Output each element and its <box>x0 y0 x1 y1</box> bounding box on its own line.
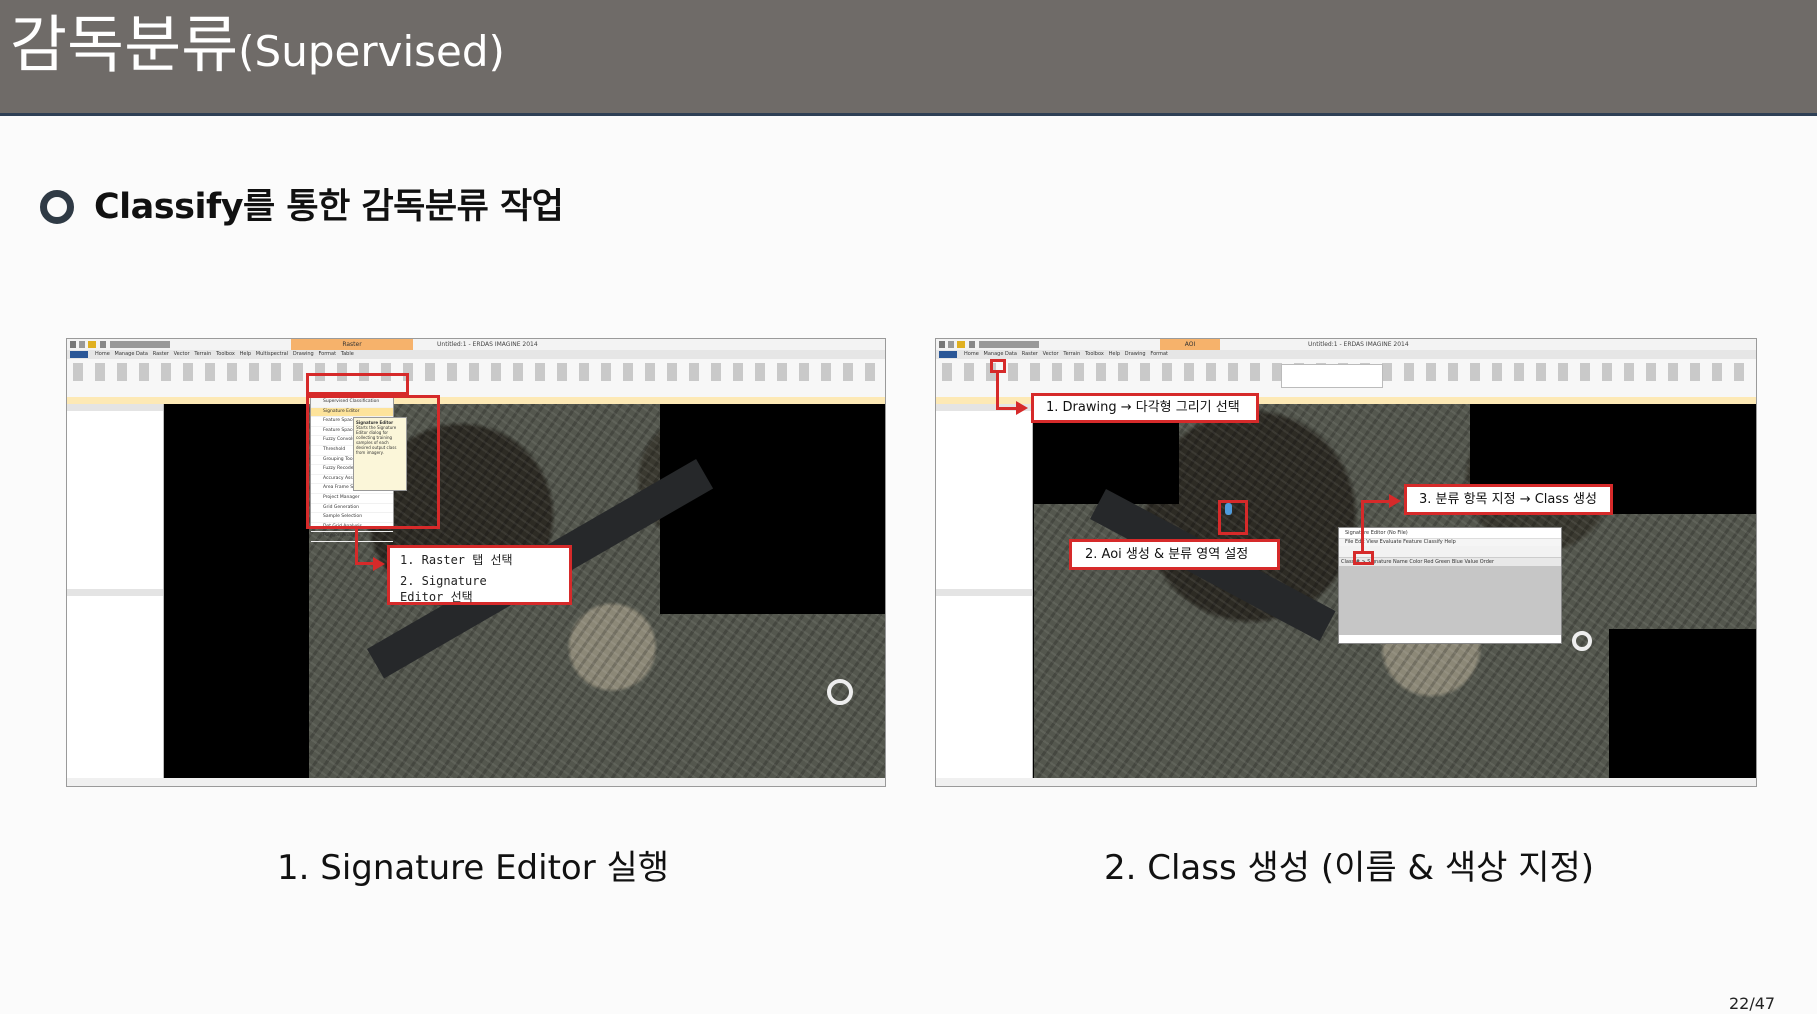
annotation-arrow-line <box>996 407 1018 410</box>
annotation-drawing-step: 1. Drawing → 다각형 그리기 선택 <box>1031 393 1259 423</box>
stadium-feature <box>827 679 853 705</box>
highlight-aoi <box>1218 500 1248 535</box>
highlight-create-class-button <box>1353 551 1374 565</box>
caption-step-1: 1. Signature Editor 실행 <box>277 848 670 888</box>
annotation-arrow-head <box>1389 494 1401 508</box>
section-title: Classify를 통한 감독분류 작업 <box>94 187 564 227</box>
ribbon-style-preview[interactable] <box>1281 364 1383 388</box>
stadium-feature <box>1572 631 1592 651</box>
nodata-area <box>660 404 885 614</box>
app-titlebar: Untitled:1 - ERDAS IMAGINE 2014 <box>67 339 885 350</box>
retriever-panel-header <box>67 589 163 596</box>
signature-editor-window[interactable]: Signature Editor (No File) File Edit Vie… <box>1338 527 1562 644</box>
status-bar <box>936 778 1756 786</box>
sig-window-title: Signature Editor (No File) <box>1339 528 1561 539</box>
menu-bar: Home Manage Data Raster Vector Terrain T… <box>936 350 1756 359</box>
contents-panel-header <box>67 404 163 411</box>
highlight-polygon-tool <box>990 359 1006 373</box>
sig-table-grid[interactable] <box>1339 566 1561 635</box>
app-titlebar: Untitled:1 - ERDAS IMAGINE 2014 <box>936 339 1756 350</box>
screenshot-class-creation: Untitled:1 - ERDAS IMAGINE 2014 AOI Home… <box>935 338 1757 787</box>
annotation-arrow-line <box>1361 500 1364 552</box>
annotation-arrow-line <box>996 373 999 410</box>
annotation-arrow-line <box>355 529 358 565</box>
menu-items: Home Manage Data Raster Vector Terrain T… <box>95 351 354 357</box>
screenshot-signature-editor: Untitled:1 - ERDAS IMAGINE 2014 Raster H… <box>66 338 886 787</box>
section-bullet-icon <box>40 190 74 224</box>
nodata-area-left <box>279 404 309 778</box>
highlight-supervised-button <box>306 373 409 395</box>
caption-step-2: 2. Class 생성 (이름 & 색상 지정) <box>1104 848 1595 888</box>
annotation-arrow-line <box>1361 500 1391 503</box>
view-strip <box>67 397 885 404</box>
retriever-panel-header <box>936 589 1032 596</box>
annotation-arrow-head <box>373 557 385 571</box>
annotation-aoi-step: 2. Aoi 생성 & 분류 영역 설정 <box>1069 539 1280 570</box>
slide-title-main: 감독분류 <box>10 8 239 81</box>
annotation-arrow-head <box>1016 401 1028 415</box>
file-menu-button[interactable] <box>939 351 957 358</box>
quick-access-toolbar[interactable] <box>939 341 1039 348</box>
sig-menu-bar[interactable]: File Edit View Evaluate Feature Classify… <box>1339 539 1561 546</box>
page-number: 22/47 <box>1729 994 1776 1013</box>
slide-header: 감독분류(Supervised) <box>0 0 1817 116</box>
contents-panel[interactable] <box>936 404 1033 778</box>
dropdown-item[interactable]: Polygon Analysis <box>311 532 393 542</box>
menu-items: Home Manage Data Raster Vector Terrain T… <box>964 351 1168 357</box>
window-title: Untitled:1 - ERDAS IMAGINE 2014 <box>1308 341 1409 348</box>
slide-title-sub: (Supervised) <box>238 27 505 76</box>
highlight-dropdown <box>306 395 440 529</box>
annotation-class-step: 3. 분류 항목 지정 → Class 생성 <box>1404 484 1613 515</box>
slide-title: 감독분류(Supervised) <box>10 2 505 95</box>
file-menu-button[interactable] <box>70 351 88 358</box>
annotation-signature-steps: 1. Raster 탭 선택 2. Signature Editor 선택 <box>387 545 572 605</box>
nodata-area-bottom <box>1609 629 1756 779</box>
window-title: Untitled:1 - ERDAS IMAGINE 2014 <box>437 341 538 348</box>
annotation-arrow-line <box>355 562 375 565</box>
status-bar <box>67 778 885 786</box>
ribbon-toolbar[interactable] <box>67 359 885 398</box>
quick-access-toolbar[interactable] <box>70 341 170 348</box>
menu-bar: Home Manage Data Raster Vector Terrain T… <box>67 350 885 359</box>
contents-panel[interactable] <box>67 404 164 778</box>
